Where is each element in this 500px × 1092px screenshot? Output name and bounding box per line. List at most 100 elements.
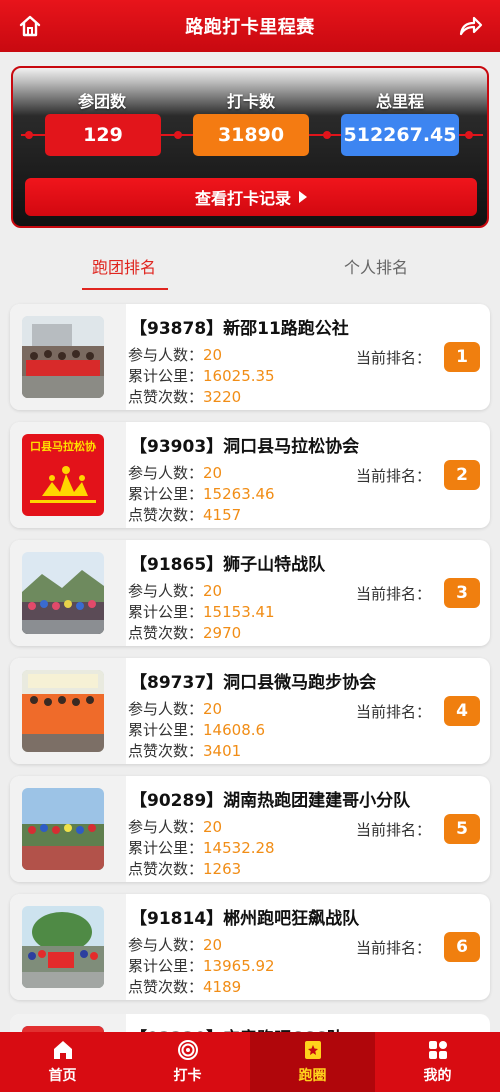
distance-label: 累计公里： bbox=[128, 957, 204, 975]
distance-label: 累计公里： bbox=[128, 839, 204, 857]
distance-value: 13965.92 bbox=[203, 957, 275, 975]
distance-value: 512267.45 bbox=[341, 114, 459, 156]
team-name: 【89737】洞口县微马跑步协会 bbox=[130, 673, 377, 693]
members-label: 参与人数： bbox=[128, 346, 204, 364]
distance-value: 14608.6 bbox=[203, 721, 266, 739]
distance-label: 累计公里： bbox=[128, 485, 204, 503]
home-icon[interactable] bbox=[16, 12, 44, 40]
checkins-value: 31890 bbox=[193, 114, 309, 156]
likes-label: 点赞次数： bbox=[128, 978, 204, 996]
nav-label: 打卡 bbox=[173, 1068, 202, 1084]
members-label: 参与人数： bbox=[128, 582, 204, 600]
distance-label: 累计公里： bbox=[128, 721, 204, 739]
team-card[interactable]: 【91814】郴州跑吧狂飙战队 参与人数：20 累计公里：13965.92 点赞… bbox=[10, 894, 490, 1000]
nav-label: 首页 bbox=[48, 1068, 77, 1084]
distance-value: 14532.28 bbox=[203, 839, 275, 857]
team-photo bbox=[22, 906, 104, 988]
distance-label: 累计公里： bbox=[128, 367, 204, 385]
rank-badge: 2 bbox=[444, 460, 480, 490]
team-card[interactable]: 【90289】湖南热跑团建建哥小分队 参与人数：20 累计公里：14532.28… bbox=[10, 776, 490, 882]
team-card[interactable]: 口县马拉松协 【93903】洞口县马拉松协会 参与人数：20 累计公里：1526… bbox=[10, 422, 490, 528]
connector-dot bbox=[323, 131, 331, 139]
bottom-nav: 首页 打卡 跑圈 我的 bbox=[0, 1032, 500, 1092]
stats-panel: 参团数 打卡数 总里程 129 31890 512267.45 查看打卡记录 bbox=[11, 66, 489, 228]
team-photo bbox=[22, 788, 104, 870]
members-label: 参与人数： bbox=[128, 464, 204, 482]
distance-value: 15153.41 bbox=[203, 603, 275, 621]
members-label: 参与人数： bbox=[128, 700, 204, 718]
share-icon[interactable] bbox=[456, 12, 484, 40]
team-photo bbox=[22, 670, 104, 752]
likes-label: 点赞次数： bbox=[128, 624, 204, 642]
nav-label: 跑圈 bbox=[298, 1068, 327, 1084]
star-doc-icon bbox=[304, 1041, 321, 1059]
likes-value: 1263 bbox=[203, 860, 242, 878]
distance-label: 总里程 bbox=[375, 92, 424, 111]
view-records-button[interactable]: 查看打卡记录 bbox=[25, 178, 477, 216]
checkins-label: 打卡数 bbox=[226, 92, 275, 111]
photo-banner-text: 口县马拉松协 bbox=[30, 440, 96, 453]
nav-checkin[interactable]: 打卡 bbox=[125, 1032, 250, 1092]
tab-team-ranking[interactable]: 跑团排名 bbox=[92, 254, 156, 278]
likes-label: 点赞次数： bbox=[128, 506, 204, 524]
view-records-label: 查看打卡记录 bbox=[194, 189, 291, 208]
home-icon bbox=[53, 1041, 72, 1059]
rank-label: 当前排名： bbox=[356, 821, 432, 839]
rank-label: 当前排名： bbox=[356, 703, 432, 721]
connector-dot bbox=[465, 131, 473, 139]
team-name: 【91865】狮子山特战队 bbox=[130, 555, 326, 575]
rank-label: 当前排名： bbox=[356, 467, 432, 485]
nav-circle[interactable]: 跑圈 bbox=[250, 1032, 375, 1092]
teams-label: 参团数 bbox=[77, 92, 126, 111]
target-icon bbox=[177, 1040, 198, 1060]
rank-badge: 1 bbox=[444, 342, 480, 372]
likes-value: 4157 bbox=[203, 506, 242, 524]
distance-value: 16025.35 bbox=[203, 367, 275, 385]
active-tab-indicator bbox=[82, 288, 168, 290]
members-value: 20 bbox=[203, 936, 223, 954]
likes-value: 3220 bbox=[203, 388, 242, 406]
likes-value: 3401 bbox=[203, 742, 242, 760]
play-icon bbox=[299, 191, 307, 203]
top-bar: 路跑打卡里程赛 bbox=[0, 0, 500, 52]
team-photo bbox=[22, 552, 104, 634]
likes-label: 点赞次数： bbox=[128, 742, 204, 760]
members-value: 20 bbox=[203, 700, 223, 718]
nav-label: 我的 bbox=[423, 1068, 452, 1084]
likes-value: 4189 bbox=[203, 978, 242, 996]
members-label: 参与人数： bbox=[128, 936, 204, 954]
rank-label: 当前排名： bbox=[356, 939, 432, 957]
connector-dot bbox=[174, 131, 182, 139]
nav-mine[interactable]: 我的 bbox=[375, 1032, 500, 1092]
team-photo: 口县马拉松协 bbox=[22, 434, 104, 516]
team-card[interactable]: 【91865】狮子山特战队 参与人数：20 累计公里：15153.41 点赞次数… bbox=[10, 540, 490, 646]
team-name: 【93903】洞口县马拉松协会 bbox=[130, 437, 360, 457]
rank-badge: 4 bbox=[444, 696, 480, 726]
rank-badge: 6 bbox=[444, 932, 480, 962]
members-value: 20 bbox=[203, 818, 223, 836]
distance-value: 15263.46 bbox=[203, 485, 275, 503]
nav-home[interactable]: 首页 bbox=[0, 1032, 125, 1092]
members-label: 参与人数： bbox=[128, 818, 204, 836]
members-value: 20 bbox=[203, 582, 223, 600]
distance-label: 累计公里： bbox=[128, 603, 204, 621]
likes-value: 2970 bbox=[203, 624, 242, 642]
connector-dot bbox=[25, 131, 33, 139]
team-card[interactable]: 【93878】新邵11路跑公社 参与人数：20 累计公里：16025.35 点赞… bbox=[10, 304, 490, 410]
team-photo bbox=[22, 316, 104, 398]
team-card[interactable]: 【89737】洞口县微马跑步协会 参与人数：20 累计公里：14608.6 点赞… bbox=[10, 658, 490, 764]
team-name: 【91814】郴州跑吧狂飙战队 bbox=[130, 909, 360, 929]
rank-badge: 5 bbox=[444, 814, 480, 844]
tab-personal-ranking[interactable]: 个人排名 bbox=[344, 254, 408, 278]
rank-badge: 3 bbox=[444, 578, 480, 608]
teams-value: 129 bbox=[45, 114, 161, 156]
page-title: 路跑打卡里程赛 bbox=[185, 17, 315, 38]
rank-label: 当前排名： bbox=[356, 585, 432, 603]
members-value: 20 bbox=[203, 464, 223, 482]
members-value: 20 bbox=[203, 346, 223, 364]
likes-label: 点赞次数： bbox=[128, 860, 204, 878]
team-name: 【93878】新邵11路跑公社 bbox=[130, 319, 349, 339]
rank-label: 当前排名： bbox=[356, 349, 432, 367]
likes-label: 点赞次数： bbox=[128, 388, 204, 406]
team-name: 【90289】湖南热跑团建建哥小分队 bbox=[130, 791, 411, 811]
